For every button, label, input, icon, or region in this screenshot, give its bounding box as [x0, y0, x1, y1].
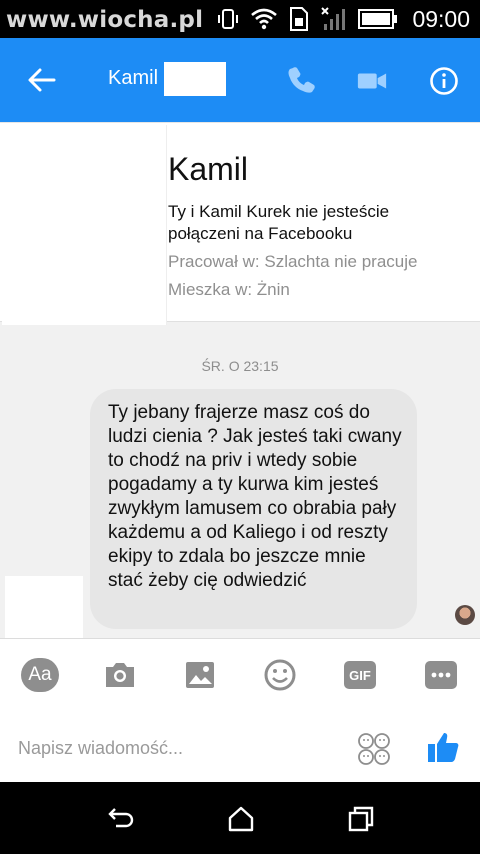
phone-icon[interactable]: [285, 64, 319, 98]
sender-avatar[interactable]: [5, 576, 83, 638]
profile-photo[interactable]: [2, 125, 167, 325]
sim-icon: [290, 7, 309, 31]
redaction-box: [248, 149, 346, 185]
clock: 09:00: [412, 5, 470, 32]
recents-nav-icon[interactable]: [346, 804, 376, 834]
battery-icon: [358, 9, 398, 29]
vibrate-icon: [218, 9, 239, 29]
emoji-icon[interactable]: [263, 657, 297, 693]
home-nav-icon[interactable]: [226, 804, 256, 834]
profile-name: Kamil: [168, 151, 249, 187]
wifi-icon: [251, 8, 278, 30]
image-icon[interactable]: [184, 657, 216, 693]
gif-button[interactable]: GIF: [343, 657, 377, 693]
message-composer: Aa GIF: [0, 638, 480, 782]
sticker-emoji-icon[interactable]: [356, 731, 392, 767]
profile-card: Kamil Ty i Kamil Kurek nie jesteście poł…: [0, 122, 480, 325]
camera-icon[interactable]: [103, 657, 137, 693]
signal-icon: [321, 7, 346, 30]
profile-work: Pracował w: Szlachta nie pracuje: [168, 252, 418, 271]
message-input[interactable]: [18, 735, 338, 761]
text-format-button[interactable]: Aa: [20, 657, 60, 693]
profile-location: Mieszka w: Żnin: [168, 280, 290, 299]
contact-name[interactable]: Kamil: [108, 67, 158, 90]
watermark: www.wiocha.pl: [6, 7, 204, 33]
system-nav-bar: [0, 782, 480, 854]
back-arrow-icon[interactable]: [26, 66, 58, 94]
message-timestamp: ŚR. O 23:15: [201, 358, 279, 374]
thumbs-up-icon[interactable]: [426, 729, 462, 765]
status-icons: 09:00: [216, 4, 470, 34]
video-icon[interactable]: [356, 64, 388, 98]
back-nav-icon[interactable]: [106, 804, 136, 834]
more-icon[interactable]: [424, 657, 458, 693]
connection-status: Ty i Kamil Kurek nie jesteście połączeni…: [168, 202, 390, 243]
text-format-label: Aa: [28, 664, 52, 685]
conversation-header: Kamil: [0, 38, 480, 122]
seen-indicator-avatar: [455, 605, 475, 625]
message-bubble[interactable]: Ty jebany frajerze masz coś do ludzi cie…: [90, 389, 417, 629]
status-bar: www.wiocha.pl 09:00: [0, 0, 480, 38]
redaction-box: [164, 62, 226, 96]
gif-label: GIF: [349, 667, 371, 683]
info-icon[interactable]: [429, 64, 459, 98]
